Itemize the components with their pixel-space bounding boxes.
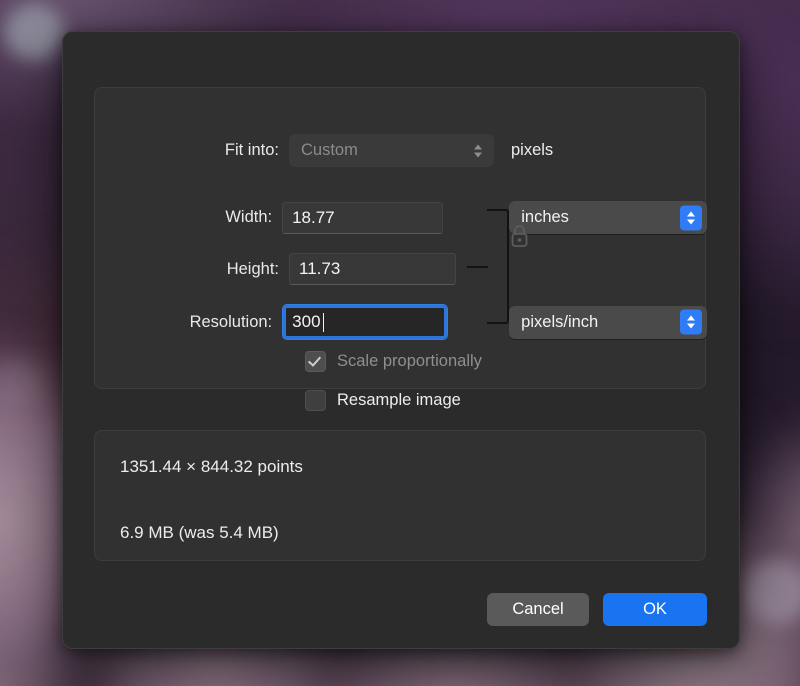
width-value: 18.77 <box>292 207 335 227</box>
resulting-size-groupbox: 1351.44 × 844.32 points 6.9 MB (was 5.4 … <box>94 430 706 561</box>
height-row: Height: 11.73 <box>95 253 707 285</box>
height-input[interactable]: 11.73 <box>289 253 456 285</box>
fit-into-unit-label: pixels <box>511 141 554 159</box>
chevron-updown-icon <box>680 309 702 335</box>
resample-image-label: Resample image <box>337 391 461 409</box>
resolution-label: Resolution: <box>189 312 273 331</box>
resolution-value: 300 <box>292 312 321 331</box>
cancel-button[interactable]: Cancel <box>487 593 589 626</box>
bracket-tick <box>467 265 488 268</box>
fit-into-select[interactable]: Custom <box>289 134 494 167</box>
fit-into-label: Fit into: <box>224 141 279 159</box>
checkmark-icon <box>307 353 322 367</box>
width-row: Width: 18.77 inches <box>95 201 707 234</box>
width-unit-select[interactable]: inches <box>509 201 707 234</box>
resample-image-checkbox[interactable] <box>305 390 326 411</box>
dimension-link-bracket <box>467 209 509 324</box>
chevron-updown-icon <box>680 205 702 230</box>
resulting-dimensions-text: 1351.44 × 844.32 points <box>120 457 303 476</box>
resolution-unit-value: pixels/inch <box>521 312 599 331</box>
bokeh-highlight <box>4 4 64 60</box>
scale-proportionally-label: Scale proportionally <box>337 352 482 370</box>
resolution-input[interactable]: 300 <box>282 304 449 340</box>
width-label: Width: <box>225 208 273 226</box>
height-label: Height: <box>226 259 279 278</box>
resolution-unit-select[interactable]: pixels/inch <box>509 305 707 339</box>
fit-into-row: Fit into: Custom pixels <box>95 134 707 167</box>
text-caret <box>322 312 325 332</box>
resolution-row: Resolution: 300 pixels/inch <box>95 304 707 340</box>
image-dimensions-groupbox: Fit into: Custom pixels Width: 18.77 inc… <box>94 87 707 411</box>
lock-closed-icon <box>511 225 528 247</box>
height-value: 11.73 <box>299 259 341 278</box>
scale-proportionally-checkbox-row[interactable]: Scale proportionally <box>305 351 482 372</box>
fit-into-value: Custom <box>301 141 358 159</box>
scale-proportionally-checkbox[interactable] <box>305 351 326 372</box>
width-input[interactable]: 18.77 <box>282 201 444 234</box>
chevron-updown-icon <box>467 138 489 163</box>
resulting-file-size-text: 6.9 MB (was 5.4 MB) <box>120 523 279 542</box>
image-dimensions-dialog: Image Dimensions Fit into: Custom pixels… <box>62 31 740 649</box>
ok-button[interactable]: OK <box>603 593 707 626</box>
resample-image-checkbox-row[interactable]: Resample image <box>305 390 461 411</box>
